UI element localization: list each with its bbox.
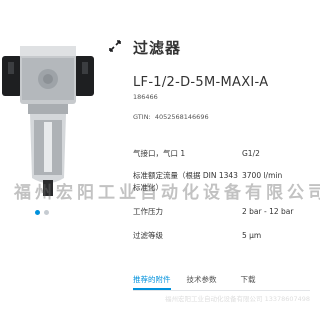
product-model: LF-1/2-D-5M-MAXI-A	[133, 75, 269, 90]
gtin: GTIN: 4052568146696	[133, 113, 209, 121]
spec-label: 过滤等级	[133, 231, 163, 240]
product-title: 过滤器	[133, 39, 182, 57]
tab-divider	[133, 290, 310, 291]
expand-arrows-icon[interactable]	[109, 40, 121, 52]
tab-label: 推荐的附件	[133, 275, 171, 284]
spec-value: 5 µm	[242, 231, 262, 240]
gtin-value: 4052568146696	[154, 113, 209, 121]
image-carousel-dots	[35, 210, 49, 215]
tab-label: 下载	[240, 275, 256, 284]
spec-label: 气接口，气口 1	[133, 149, 186, 158]
tab-label: 技术参数	[186, 275, 217, 284]
spec-label: 工作压力	[133, 207, 163, 216]
watermark-faint: 福州宏阳工业自动化设备有限公司 13378607498	[165, 295, 311, 303]
carousel-dot-2[interactable]	[44, 210, 49, 215]
carousel-dot-1[interactable]	[35, 210, 40, 215]
spec-value: G1/2	[242, 149, 260, 158]
spec-row: 工作压力 2 bar - 12 bar	[133, 206, 303, 230]
part-number: 186466	[133, 93, 158, 101]
spec-value: 2 bar - 12 bar	[242, 207, 294, 216]
spec-row: 气接口，气口 1 G1/2	[133, 148, 303, 170]
gtin-label: GTIN:	[133, 113, 151, 121]
watermark: 福州宏阳工业自动化设备有限公司	[14, 183, 320, 203]
spec-row: 过滤等级 5 µm	[133, 230, 303, 254]
